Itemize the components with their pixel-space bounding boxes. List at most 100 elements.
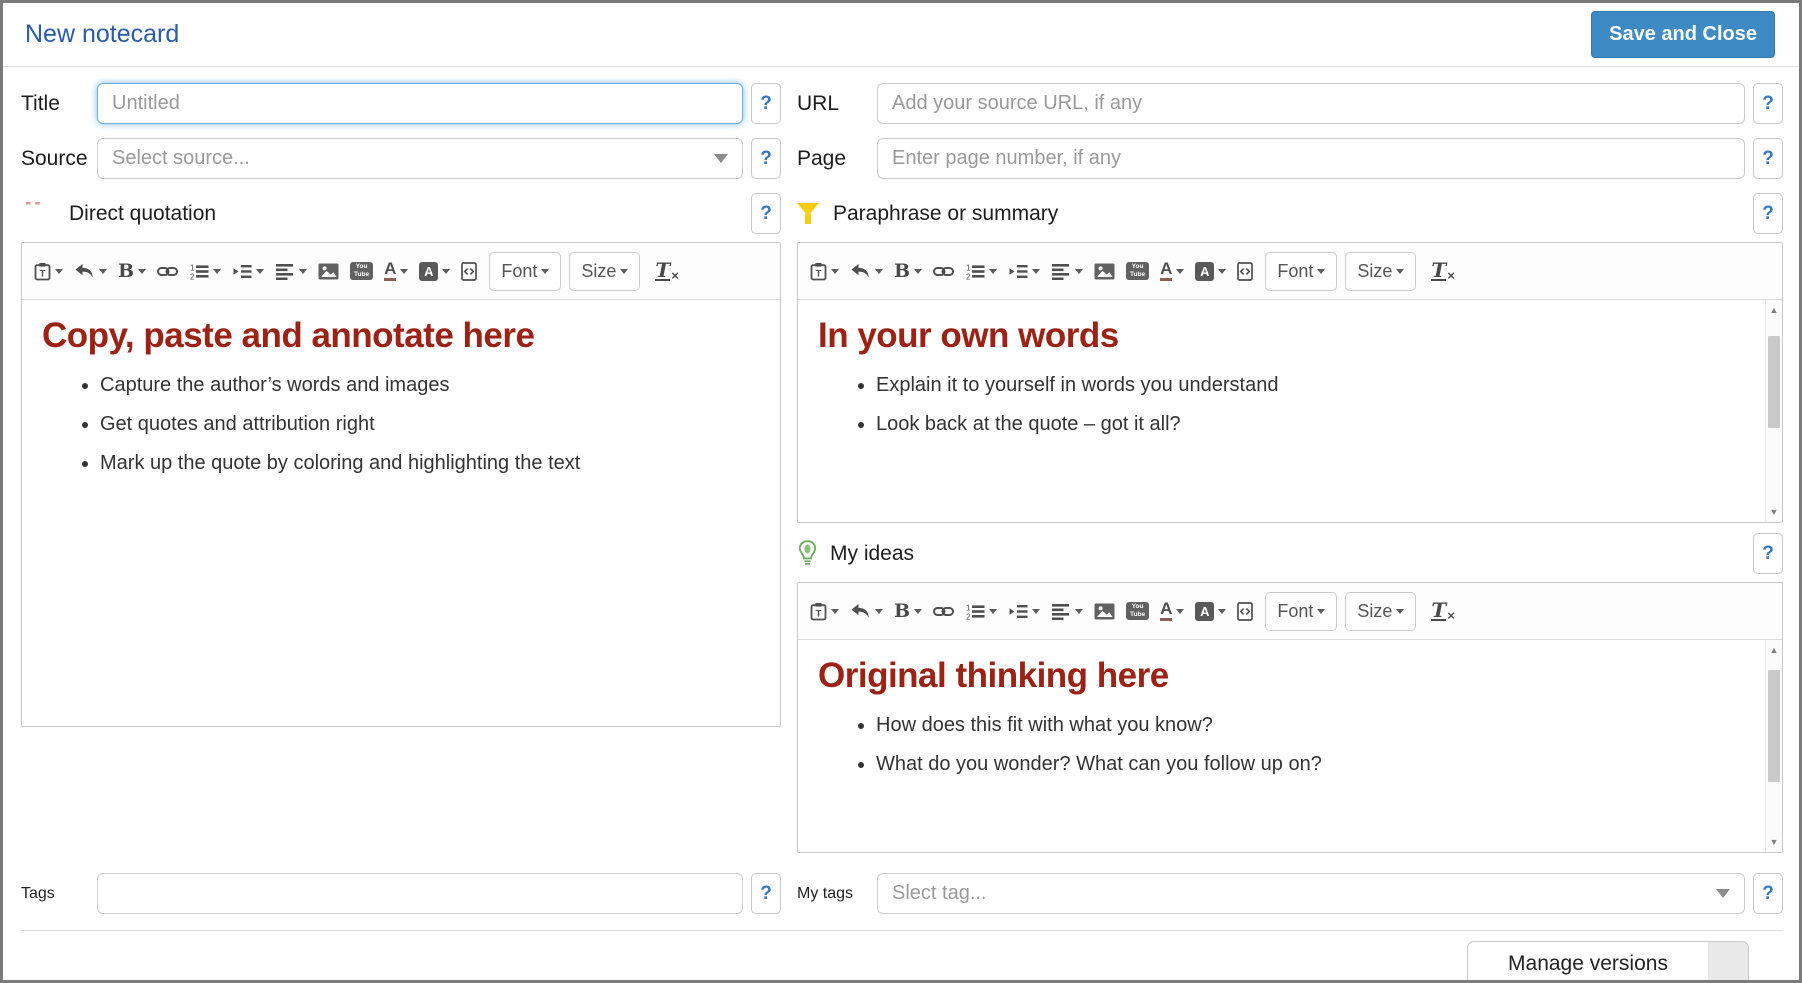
numbered-list-button[interactable]: 12	[961, 598, 1001, 625]
my-tags-select[interactable]: Slect tag...	[877, 873, 1745, 914]
url-label: URL	[797, 92, 877, 116]
scroll-down-icon[interactable]: ▼	[1766, 504, 1782, 520]
source-code-button[interactable]	[1233, 257, 1257, 286]
question-icon: ?	[1762, 883, 1774, 905]
align-button[interactable]	[1047, 258, 1087, 285]
title-input[interactable]	[97, 83, 743, 124]
dialog-header: New notecard Save and Close	[3, 3, 1799, 67]
bold-button[interactable]: B	[890, 257, 926, 285]
bold-button[interactable]: B	[114, 257, 150, 285]
page-help-button[interactable]: ?	[1753, 138, 1783, 179]
my-tags-help-button[interactable]: ?	[1753, 873, 1783, 914]
undo-button[interactable]	[846, 258, 887, 284]
question-icon: ?	[1762, 148, 1774, 170]
link-button[interactable]	[929, 600, 958, 623]
remove-format-button[interactable]: T ×	[651, 256, 682, 286]
save-and-close-button[interactable]: Save and Close	[1591, 11, 1775, 58]
page-label: Page	[797, 147, 877, 171]
font-dropdown[interactable]: Font	[489, 252, 561, 291]
paste-button[interactable]: T	[30, 257, 67, 286]
remove-format-button[interactable]: T ×	[1427, 596, 1458, 626]
font-dropdown-label: Font	[1277, 261, 1313, 282]
image-button[interactable]	[1090, 598, 1119, 625]
caret-down-icon	[875, 609, 883, 614]
caret-down-icon	[914, 609, 922, 614]
align-button[interactable]	[271, 258, 311, 285]
paste-button[interactable]: T	[806, 257, 843, 286]
bullet-item: Explain it to yourself in words you unde…	[876, 374, 1748, 397]
font-dropdown[interactable]: Font	[1265, 592, 1337, 631]
indent-button[interactable]	[1004, 598, 1044, 625]
youtube-button[interactable]: YouTube	[1122, 597, 1153, 625]
numbered-list-button[interactable]: 12	[961, 258, 1001, 285]
title-help-button[interactable]: ?	[751, 83, 781, 124]
link-button[interactable]	[929, 260, 958, 283]
font-dropdown[interactable]: Font	[1265, 252, 1337, 291]
text-color-button[interactable]: A	[380, 256, 412, 286]
source-label: Source	[21, 147, 97, 171]
tags-help-button[interactable]: ?	[751, 873, 781, 914]
manage-versions-label: Manage versions	[1468, 952, 1708, 976]
bold-icon: B	[118, 262, 134, 280]
size-dropdown[interactable]: Size	[1345, 592, 1416, 631]
editor-bullet-list: Capture the author’s words and images Ge…	[42, 374, 760, 475]
scrollbar[interactable]: ▲ ▼	[1765, 300, 1782, 522]
question-icon: ?	[760, 93, 772, 115]
youtube-button[interactable]: YouTube	[1122, 257, 1153, 285]
text-color-button[interactable]: A	[1156, 256, 1188, 286]
paraphrase-section-title: Paraphrase or summary	[833, 202, 1058, 226]
link-icon	[157, 265, 178, 278]
scroll-up-icon[interactable]: ▲	[1766, 642, 1782, 658]
bold-button[interactable]: B	[890, 597, 926, 625]
link-button[interactable]	[153, 260, 182, 283]
quotation-help-button[interactable]: ?	[751, 193, 781, 234]
source-code-button[interactable]	[457, 257, 481, 286]
numbered-list-button[interactable]: 12	[185, 258, 225, 285]
background-color-button[interactable]: A	[1191, 597, 1230, 626]
caret-down-icon	[99, 269, 107, 274]
source-select[interactable]: Select source...	[97, 138, 743, 179]
remove-format-button[interactable]: T ×	[1427, 256, 1458, 286]
manage-versions-button[interactable]: Manage versions	[1467, 941, 1749, 983]
background-color-button[interactable]: A	[415, 257, 454, 286]
align-button[interactable]	[1047, 598, 1087, 625]
bullet-item: What do you wonder? What can you follow …	[876, 753, 1748, 776]
text-color-icon: A	[1160, 601, 1172, 621]
paraphrase-help-button[interactable]: ?	[1753, 193, 1783, 234]
scrollbar[interactable]: ▲ ▼	[1765, 640, 1782, 852]
paste-button[interactable]: T	[806, 597, 843, 626]
ideas-help-button[interactable]: ?	[1753, 533, 1783, 574]
scroll-up-icon[interactable]: ▲	[1766, 302, 1782, 318]
quotation-editor-content[interactable]: Copy, paste and annotate here Capture th…	[22, 300, 780, 726]
size-dropdown[interactable]: Size	[569, 252, 640, 291]
image-button[interactable]	[1090, 258, 1119, 285]
scrollbar-thumb[interactable]	[1768, 670, 1780, 782]
indent-button[interactable]	[1004, 258, 1044, 285]
indent-button[interactable]	[228, 258, 268, 285]
image-button[interactable]	[314, 258, 343, 285]
scroll-down-icon[interactable]: ▼	[1766, 834, 1782, 850]
size-dropdown[interactable]: Size	[1345, 252, 1416, 291]
page-input[interactable]	[877, 138, 1745, 179]
size-dropdown-label: Size	[581, 261, 616, 282]
youtube-button[interactable]: YouTube	[346, 257, 377, 285]
url-input[interactable]	[877, 83, 1745, 124]
source-help-button[interactable]: ?	[751, 138, 781, 179]
caret-down-icon	[299, 269, 307, 274]
image-icon	[1094, 603, 1115, 620]
text-color-button[interactable]: A	[1156, 596, 1188, 626]
undo-button[interactable]	[846, 598, 887, 624]
caret-down-icon	[1075, 609, 1083, 614]
scrollbar-thumb[interactable]	[1768, 336, 1780, 428]
undo-button[interactable]	[70, 258, 111, 284]
source-code-button[interactable]	[1233, 597, 1257, 626]
tags-input[interactable]	[97, 873, 743, 914]
align-icon	[1051, 603, 1071, 620]
paraphrase-editor-toolbar: T B 12 YouTube A A Font	[798, 243, 1782, 300]
url-help-button[interactable]: ?	[1753, 83, 1783, 124]
caret-down-icon	[1317, 269, 1325, 274]
background-color-button[interactable]: A	[1191, 257, 1230, 286]
paraphrase-editor-content[interactable]: In your own words Explain it to yourself…	[798, 300, 1782, 522]
caret-down-icon	[400, 269, 408, 274]
ideas-editor-content[interactable]: Original thinking here How does this fit…	[798, 640, 1782, 852]
